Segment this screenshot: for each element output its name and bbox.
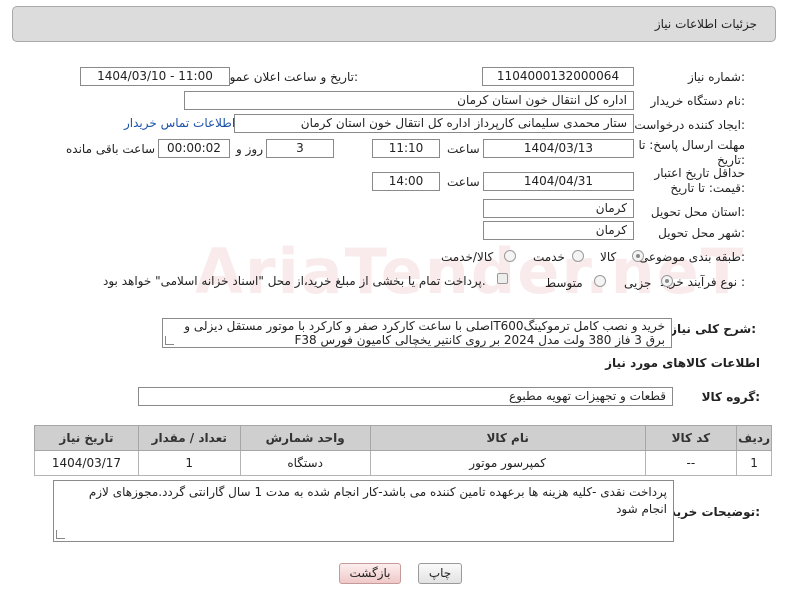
description-text: خرید و نصب کامل ترموکینگT600اصلی با ساعت…: [184, 319, 665, 347]
goods-group-label: گروه کالا:: [701, 390, 760, 404]
requester-label: ایجاد کننده درخواست:: [634, 118, 745, 132]
col-name: نام کالا: [369, 425, 646, 451]
announce-label: تاریخ و ساعت اعلان عمومی:: [213, 70, 358, 84]
deadline-days-field: 3: [266, 139, 334, 158]
province-field: کرمان: [483, 199, 634, 218]
resize-handle-icon[interactable]: [56, 530, 65, 539]
panel-header: جزئیات اطلاعات نیاز: [12, 6, 776, 42]
page-title: جزئیات اطلاعات نیاز: [654, 17, 757, 31]
watermark: AriaTender.neT: [195, 235, 746, 308]
price-validity-time-label: ساعت: [447, 175, 480, 189]
remaining-time-field: 00:00:02: [158, 139, 230, 158]
category-option-service: خدمت: [533, 250, 565, 264]
category-option-goods-service: کالا/خدمت: [441, 250, 494, 264]
description-textarea[interactable]: خرید و نصب کامل ترموکینگT600اصلی با ساعت…: [162, 318, 672, 348]
buyer-org-field: اداره کل انتقال خون استان کرمان: [184, 91, 634, 110]
process-radio-medium[interactable]: [594, 275, 606, 287]
goods-group-field: قطعات و تجهیزات تهویه مطبوع: [138, 387, 673, 406]
cell-code: --: [644, 450, 738, 476]
col-qty: تعداد / مقدار: [137, 425, 241, 451]
deadline-label: مهلت ارسال پاسخ: تا تاریخ:: [638, 138, 745, 167]
cell-need-date: 1404/03/17: [34, 450, 139, 476]
category-radio-service[interactable]: [572, 250, 584, 262]
price-validity-time-field: 14:00: [372, 172, 440, 191]
goods-table-header: ردیف کد کالا نام کالا واحد شمارش تعداد /…: [34, 425, 772, 451]
buyer-org-label: نام دستگاه خریدار:: [650, 94, 746, 108]
category-radio-goods[interactable]: [632, 250, 644, 262]
city-label: شهر محل تحویل:: [658, 226, 745, 240]
col-need-date: تاریخ نیاز: [34, 425, 139, 451]
description-label: شرح کلی نیاز:: [670, 322, 756, 336]
deadline-time-field: 11:10: [372, 139, 440, 158]
deadline-time-label: ساعت: [447, 142, 480, 156]
back-button[interactable]: بازگشت: [339, 563, 401, 584]
need-number-field: 1104000132000064: [482, 67, 634, 86]
cell-qty: 1: [137, 450, 241, 476]
goods-section-title: اطلاعات کالاهای مورد نیاز: [605, 356, 760, 370]
need-number-label: شماره نیاز:: [687, 70, 745, 84]
announce-datetime-field: 1404/03/10 - 11:00: [80, 67, 230, 86]
category-radio-goods-service[interactable]: [504, 250, 516, 262]
remaining-time-label: ساعت باقی مانده: [66, 142, 156, 156]
price-validity-label: حداقل تاریخ اعتبار قیمت: تا تاریخ:: [654, 166, 745, 195]
requester-field: ستار محمدی سلیمانی کارپرداز اداره کل انت…: [234, 114, 634, 133]
cell-name: کمپرسور موتور: [369, 450, 646, 476]
price-validity-date-field: 1404/04/31: [483, 172, 634, 191]
col-row: ردیف: [736, 425, 772, 451]
print-button[interactable]: چاپ: [418, 563, 462, 584]
col-unit: واحد شمارش: [239, 425, 371, 451]
buyer-notes-textarea[interactable]: پرداخت نقدی -کلیه هزینه ها برعهده تامین …: [53, 480, 674, 542]
category-label: طبقه بندی موضوعی:: [638, 250, 745, 264]
goods-table: ردیف کد کالا نام کالا واحد شمارش تعداد /…: [34, 425, 772, 476]
buyer-contact-link[interactable]: اطلاعات تماس خریدار: [124, 116, 235, 130]
deadline-date-field: 1404/03/13: [483, 139, 634, 158]
process-radio-minor[interactable]: [661, 275, 673, 287]
city-field: کرمان: [483, 221, 634, 240]
cell-row: 1: [736, 450, 772, 476]
category-option-goods: کالا: [600, 250, 617, 264]
process-option-minor: جزیی: [624, 276, 652, 290]
cell-unit: دستگاه: [239, 450, 371, 476]
treasury-note: پرداخت تمام یا بخشی از مبلغ خرید،از محل …: [103, 274, 486, 288]
treasury-checkbox[interactable]: [497, 273, 508, 284]
process-option-medium: متوسط: [545, 276, 583, 290]
col-code: کد کالا: [644, 425, 738, 451]
table-row: 1 -- کمپرسور موتور دستگاه 1 1404/03/17: [34, 450, 772, 476]
province-label: استان محل تحویل:: [650, 205, 745, 219]
buyer-notes-text: پرداخت نقدی -کلیه هزینه ها برعهده تامین …: [88, 485, 667, 516]
resize-handle-icon[interactable]: [165, 336, 174, 345]
deadline-days-label: روز و: [236, 142, 263, 156]
